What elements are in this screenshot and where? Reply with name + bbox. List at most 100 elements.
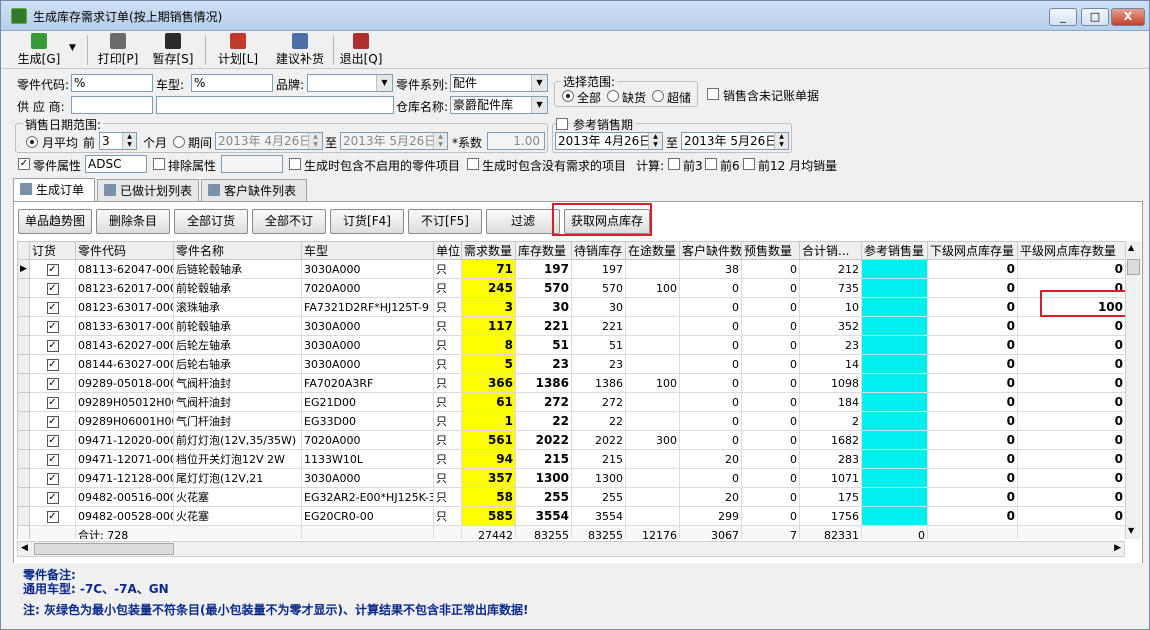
ref-to-input[interactable]: 2013年 5月26日 ▲ ▼ [681, 132, 789, 150]
order-none-button[interactable]: 全部不订 [252, 209, 326, 234]
calc-6-checkbox[interactable] [705, 158, 717, 170]
table-row[interactable]: ✓ 09471-12020-000 前灯灯泡(12V,35/35W) 7020A000… [17, 430, 1126, 450]
order-checkbox[interactable]: ✓ [46, 473, 59, 485]
spin-arrows-icon[interactable]: ▲ ▼ [774, 133, 788, 149]
order-cell[interactable]: ✓ [29, 354, 76, 374]
order-checkbox[interactable]: ✓ [46, 264, 59, 276]
part-code-input[interactable]: % [71, 74, 153, 92]
scroll-up-icon[interactable]: ▲ [1128, 243, 1134, 252]
exit-button[interactable]: 退出[Q] [339, 33, 383, 67]
supplier-name-input[interactable] [156, 96, 394, 114]
date-from-input[interactable]: 2013年 4月26日 ▲ ▼ [215, 132, 323, 150]
spin-arrows-icon[interactable]: ▲ ▼ [122, 133, 136, 149]
order-checkbox[interactable]: ✓ [46, 511, 59, 523]
column-header[interactable]: 在途数量 [625, 241, 680, 260]
column-header[interactable]: 合计销... [799, 241, 862, 260]
include-disabled-checkbox[interactable] [289, 158, 301, 170]
model-input[interactable]: % [191, 74, 273, 92]
chevron-down-icon[interactable]: ▼ [531, 97, 547, 113]
table-row[interactable]: ✓09289H05012H000气阀杆油封EG21D00只61272272001… [17, 392, 1126, 412]
order-checkbox[interactable]: ✓ [46, 435, 59, 447]
part-attr-checkbox[interactable]: ✓ [18, 158, 30, 170]
vertical-scrollbar[interactable]: ▲ ▼ [1125, 241, 1141, 539]
scope-all-radio[interactable] [562, 90, 574, 102]
exclude-attr-checkbox[interactable] [153, 158, 165, 170]
scroll-thumb[interactable] [1127, 259, 1140, 275]
column-header[interactable]: 订货 [29, 241, 76, 260]
minimize-button[interactable]: _ [1049, 8, 1077, 26]
order-cell[interactable]: ✓ [29, 449, 76, 469]
exclude-attr-input[interactable] [221, 155, 283, 173]
date-to-input[interactable]: 2013年 5月26日 ▲ ▼ [340, 132, 448, 150]
part-attr-input[interactable]: ADSC [85, 155, 147, 173]
brand-select[interactable]: ▼ [307, 74, 393, 92]
column-header[interactable]: 车型 [301, 241, 434, 260]
no-order-button[interactable]: 不订[F5] [408, 209, 482, 234]
table-row[interactable]: ✓ 09471-12128-000 尾灯灯泡(12V,21 3030A000 只 357 1… [17, 468, 1126, 488]
chevron-down-icon[interactable]: ▼ [531, 75, 547, 91]
table-row[interactable]: ✓ 08123-62017-000 前轮毂轴承 7020A000 只 245 570 570 1… [17, 278, 1126, 298]
order-cell[interactable]: ✓ [29, 259, 76, 279]
table-row[interactable]: ✓ 08123-63017-000 滚珠轴承 FA7321D2RF*HJ125T-9 只… [17, 297, 1126, 317]
calc-3-checkbox[interactable] [668, 158, 680, 170]
column-header[interactable]: 客户缺件数 [679, 241, 742, 260]
include-no-demand-checkbox[interactable] [467, 158, 479, 170]
table-row[interactable]: ✓ 08133-63017-000 前轮毂轴承 3030A000 只 117 221 221 0… [17, 316, 1126, 336]
table-row[interactable]: ✓ 09482-00528-000 火花塞 EG20CR0-00 只 585 3554 355… [17, 506, 1126, 526]
order-cell[interactable]: ✓ [29, 373, 76, 393]
table-row[interactable]: ✓09289H06001H000气门杆油封EG33D00只1222200200 [17, 411, 1126, 431]
suggest-restock-button[interactable]: 建议补货 [273, 33, 327, 67]
series-select[interactable]: 配件 ▼ [450, 74, 548, 92]
column-header[interactable]: 待销库存 [571, 241, 626, 260]
generate-button[interactable]: 生成[G] [15, 33, 63, 67]
save-temp-button[interactable]: 暂存[S] [149, 33, 197, 67]
order-checkbox[interactable]: ✓ [46, 283, 59, 295]
table-row[interactable]: ✓ 09289-05018-000 气阀杆油封 FA7020A3RF 只 366 1386 1… [17, 373, 1126, 393]
ref-from-input[interactable]: 2013年 4月26日 ▲ ▼ [555, 132, 663, 150]
column-header[interactable]: 参考销售量 [861, 241, 928, 260]
order-cell[interactable]: ✓ [29, 430, 76, 450]
order-checkbox[interactable]: ✓ [46, 359, 59, 371]
scroll-down-icon[interactable]: ▼ [1128, 526, 1134, 535]
column-header[interactable]: 平级网点库存数量 [1017, 241, 1126, 260]
tab-generate-order[interactable]: 生成订单 [13, 178, 95, 202]
spin-arrows-icon[interactable]: ▲ ▼ [433, 133, 447, 149]
order-cell[interactable]: ✓ [29, 297, 76, 317]
column-header[interactable]: 零件代码 [75, 241, 174, 260]
coef-input[interactable]: 1.00 [487, 132, 545, 150]
order-checkbox[interactable]: ✓ [46, 340, 59, 352]
column-header[interactable]: 库存数量 [515, 241, 572, 260]
order-cell[interactable]: ✓ [29, 335, 76, 355]
warehouse-select[interactable]: 豪爵配件库 ▼ [450, 96, 548, 114]
spin-arrows-icon[interactable]: ▲ ▼ [648, 133, 662, 149]
column-header[interactable]: 需求数量 [461, 241, 516, 260]
order-checkbox[interactable]: ✓ [46, 321, 59, 333]
order-cell[interactable]: ✓ [29, 316, 76, 336]
trend-chart-button[interactable]: 单品趋势图 [18, 209, 92, 234]
hscroll-thumb[interactable] [34, 543, 174, 555]
table-row[interactable]: ✓ 08143-62027-000 后轮左轴承 3030A000 只 8 51 51 0 0 23 0… [17, 335, 1126, 355]
ref-period-checkbox[interactable] [556, 118, 568, 130]
order-all-button[interactable]: 全部订货 [174, 209, 248, 234]
spin-arrows-icon[interactable]: ▲ ▼ [308, 133, 322, 149]
order-checkbox[interactable]: ✓ [46, 454, 59, 466]
monthly-avg-radio[interactable] [26, 136, 38, 148]
scope-over-radio[interactable] [652, 90, 664, 102]
order-checkbox[interactable]: ✓ [46, 397, 59, 409]
table-row[interactable]: ▶ ✓ 08113-62047-000 后链轮毂轴承 3030A000 只 71 197 197… [17, 259, 1126, 279]
column-header[interactable]: 下级网点库存量 [927, 241, 1018, 260]
months-stepper[interactable]: 3 ▲ ▼ [99, 132, 137, 150]
tab-customer-shortage[interactable]: 客户缺件列表 [201, 179, 307, 201]
order-cell[interactable]: ✓ [29, 278, 76, 298]
horizontal-scrollbar[interactable]: ◀ ▶ [17, 541, 1125, 557]
column-header[interactable]: 零件名称 [173, 241, 302, 260]
calc-12-checkbox[interactable] [743, 158, 755, 170]
chevron-down-icon[interactable]: ▼ [376, 75, 392, 91]
column-header[interactable]: 单位 [433, 241, 462, 260]
print-button[interactable]: 打印[P] [95, 33, 141, 67]
supplier-code-input[interactable] [71, 96, 153, 114]
order-cell[interactable]: ✓ [29, 411, 76, 431]
table-row[interactable]: ✓ 09471-12071-000 档位开关灯泡12V 2W 1133W10L 只 94 2… [17, 449, 1126, 469]
order-checkbox[interactable]: ✓ [46, 492, 59, 504]
order-cell[interactable]: ✓ [29, 506, 76, 526]
